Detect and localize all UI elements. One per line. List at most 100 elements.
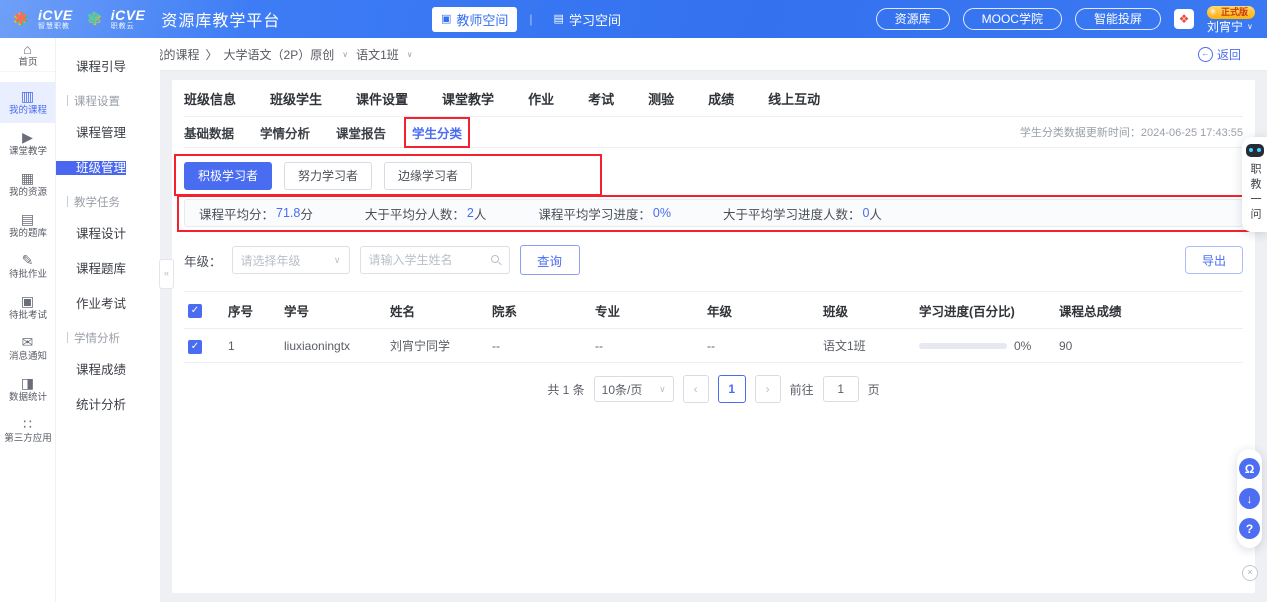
help-button[interactable]: ? — [1239, 518, 1260, 539]
tab-quiz[interactable]: 测验 — [648, 89, 674, 108]
breadcrumb-course-name[interactable]: 大学语文（2P）原创 — [224, 46, 335, 63]
icve-smart-vocational-logo-icon — [10, 8, 32, 30]
col-name: 姓名 — [390, 301, 492, 320]
app-icon[interactable] — [1174, 9, 1194, 29]
teacher-space-tab[interactable]: ▣ 教师空间 — [432, 7, 517, 32]
submenu-section-learning-analysis: 学情分析 — [55, 322, 160, 353]
page-size-select[interactable]: 10条/页 ∨ — [594, 376, 674, 402]
tab-scores[interactable]: 成绩 — [708, 89, 734, 108]
submenu-item-course-question-bank[interactable]: 课程题库 — [55, 262, 126, 276]
progress-value: 0% — [1014, 339, 1031, 353]
cell-grade: -- — [707, 339, 823, 353]
current-page-button[interactable]: 1 — [718, 375, 746, 403]
stat-value: 0% — [653, 206, 671, 220]
resource-library-button[interactable]: 资源库 — [876, 8, 950, 30]
tab-homework[interactable]: 作业 — [528, 89, 554, 108]
sidebar-item-pending-homework[interactable]: ✎ 待批作业 — [0, 246, 55, 287]
student-name-input-wrap — [360, 246, 510, 274]
pending-exam-icon: ▣ — [21, 294, 34, 308]
progress-bar — [919, 343, 1007, 349]
marginal-learners-button[interactable]: 边缘学习者 — [384, 162, 472, 190]
mooc-college-button[interactable]: MOOC学院 — [963, 8, 1062, 30]
submenu-item-class-management[interactable]: 班级管理 — [55, 161, 126, 175]
chevron-down-icon[interactable]: ∨ — [342, 50, 348, 59]
students-table: ✓ 序号 学号 姓名 院系 专业 年级 班级 学习进度(百分比) 课程总成绩 ✓… — [184, 291, 1243, 363]
pagination-total: 共 1 条 — [547, 381, 584, 398]
smart-screen-cast-button[interactable]: 智能投屏 — [1075, 8, 1161, 30]
sidebar-item-message-notice[interactable]: ✉ 消息通知 — [0, 328, 55, 369]
table-row: ✓ 1 liuxiaoningtx 刘宵宁同学 -- -- -- 语文1班 0%… — [184, 329, 1243, 363]
back-button[interactable]: ← 返回 — [1198, 46, 1241, 63]
submenu-item-course-guide[interactable]: 课程引导 — [55, 60, 126, 74]
data-statistics-icon: ◨ — [21, 376, 34, 390]
sidebar-collapse-handle[interactable]: « — [159, 259, 174, 289]
table-header-row: ✓ 序号 学号 姓名 院系 专业 年级 班级 学习进度(百分比) 课程总成绩 — [184, 291, 1243, 329]
download-button[interactable]: ↓ — [1239, 488, 1260, 509]
sidebar-item-classroom-teaching[interactable]: ▶ 课堂教学 — [0, 123, 55, 164]
sidebar-item-data-statistics[interactable]: ◨ 数据统计 — [0, 369, 55, 410]
user-menu[interactable]: 正式版 刘宵宁 ∨ — [1207, 6, 1255, 33]
submenu-item-homework-exam[interactable]: 作业考试 — [55, 297, 126, 311]
cell-department: -- — [492, 339, 595, 353]
course-submenu: 课程引导 课程设置 课程管理 班级管理 教学任务 课程设计 课程题库 作业考试 … — [55, 38, 160, 602]
customer-service-button[interactable]: Ω — [1239, 458, 1260, 479]
subtab-basic-data[interactable]: 基础数据 — [184, 123, 234, 142]
tab-class-info[interactable]: 班级信息 — [184, 89, 236, 108]
sidebar-item-home[interactable]: ⌂ 首页 — [0, 38, 55, 72]
submenu-item-course-management[interactable]: 课程管理 — [55, 126, 126, 140]
col-student-id: 学号 — [284, 301, 390, 320]
logo2-subtitle: 职教云 — [111, 23, 146, 30]
sidebar-item-my-courses[interactable]: ▥ 我的课程 — [0, 82, 55, 123]
student-space-tab[interactable]: ▤ 学习空间 — [545, 7, 630, 32]
subtab-classroom-report[interactable]: 课堂报告 — [336, 123, 386, 142]
cell-class: 语文1班 — [823, 337, 919, 354]
my-courses-icon: ▥ — [21, 89, 34, 103]
hardworking-learners-button[interactable]: 努力学习者 — [284, 162, 372, 190]
breadcrumb: ◎ 当前位置： 我的课程 〉 大学语文（2P）原创 ∨ 语文1班 ∨ ← 返回 — [55, 38, 1267, 71]
grade-select[interactable]: 请选择年级 ∨ — [232, 246, 350, 274]
student-space-label: 学习空间 — [569, 10, 621, 29]
sidebar-item-my-resources[interactable]: ▦ 我的资源 — [0, 164, 55, 205]
sidebar-item-pending-exam[interactable]: ▣ 待批考试 — [0, 287, 55, 328]
sidebar-item-third-party-apps[interactable]: ∷ 第三方应用 — [0, 410, 55, 451]
select-all-checkbox[interactable]: ✓ — [188, 304, 202, 318]
question-icon: ? — [1246, 522, 1253, 536]
learner-category-buttons: 积极学习者 努力学习者 边缘学习者 — [184, 162, 472, 190]
tab-online-interaction[interactable]: 线上互动 — [768, 89, 820, 108]
submenu-item-course-design[interactable]: 课程设计 — [55, 227, 126, 241]
username[interactable]: 刘宵宁 ∨ — [1207, 21, 1253, 33]
pagination: 共 1 条 10条/页 ∨ ‹ 1 › 前往 页 — [184, 375, 1243, 403]
back-arrow-icon: ← — [1198, 47, 1213, 62]
col-grade: 年级 — [707, 301, 823, 320]
active-learners-button[interactable]: 积极学习者 — [184, 162, 272, 190]
goto-page-input[interactable] — [823, 376, 859, 402]
chevron-down-icon[interactable]: ∨ — [407, 50, 413, 59]
next-page-button[interactable]: › — [755, 375, 781, 403]
prev-page-button[interactable]: ‹ — [683, 375, 709, 403]
tab-courseware-settings[interactable]: 课件设置 — [356, 89, 408, 108]
export-button[interactable]: 导出 — [1185, 246, 1243, 274]
submenu-item-course-scores[interactable]: 课程成绩 — [55, 363, 126, 377]
icon-sidebar: ⌂ 首页 ▥ 我的课程 ▶ 课堂教学 ▦ 我的资源 ▤ 我的题库 ✎ 待批作业 … — [0, 38, 56, 602]
submenu-item-statistical-analysis[interactable]: 统计分析 — [55, 398, 126, 412]
tab-classroom-teaching[interactable]: 课堂教学 — [442, 89, 494, 108]
brand: iCVE 智慧职教 iCVE 职教云 资源库教学平台 — [0, 7, 280, 31]
tab-exam[interactable]: 考试 — [588, 89, 614, 108]
medal-icon — [1210, 8, 1218, 16]
stat-value: 2 — [467, 206, 474, 220]
student-name-input[interactable] — [360, 246, 510, 274]
query-button[interactable]: 查询 — [520, 245, 580, 275]
tab-class-students[interactable]: 班级学生 — [270, 89, 322, 108]
sidebar-item-question-bank[interactable]: ▤ 我的题库 — [0, 205, 55, 246]
subtab-learning-analysis[interactable]: 学情分析 — [260, 123, 310, 142]
red-annotation-box-stats — [177, 195, 1250, 232]
close-toolbar-button[interactable]: × — [1242, 565, 1258, 581]
ai-assistant-tab[interactable]: 职教一问 — [1242, 137, 1267, 232]
breadcrumb-class-name[interactable]: 语文1班 — [356, 46, 399, 63]
message-notice-icon: ✉ — [22, 335, 34, 349]
version-badge: 正式版 — [1207, 6, 1255, 19]
score-subtabs: 基础数据 学情分析 课堂报告 学生分类 学生分类数据更新时间：2024-06-2… — [184, 117, 1243, 148]
subtab-student-classification[interactable]: 学生分类 — [412, 123, 462, 142]
row-checkbox[interactable]: ✓ — [188, 340, 202, 354]
my-resources-icon: ▦ — [21, 171, 34, 185]
